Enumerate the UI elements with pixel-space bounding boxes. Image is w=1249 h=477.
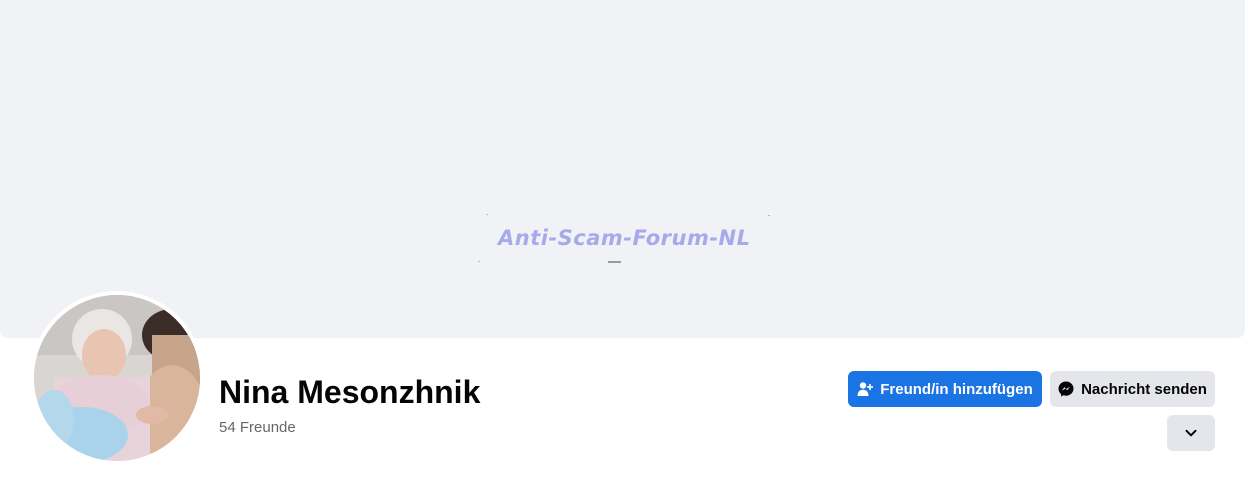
speck [768,215,770,216]
profile-name: Nina Mesonzhnik [219,374,481,410]
speck [486,214,488,215]
chevron-down-icon [1184,426,1198,440]
speck [478,261,480,262]
add-friend-label: Freund/in hinzufügen [880,380,1033,398]
cover-watermark: Anti-Scam-Forum-NL [498,226,751,250]
avatar[interactable] [34,295,200,461]
send-message-button[interactable]: Nachricht senden [1050,371,1215,407]
more-options-button[interactable] [1167,415,1215,451]
person-add-icon [857,381,874,397]
friends-count-link[interactable]: 54 Freunde [219,419,296,436]
add-friend-button[interactable]: Freund/in hinzufügen [848,371,1042,407]
watermark-dash [608,261,621,263]
cover-photo[interactable]: Anti-Scam-Forum-NL [0,0,1245,338]
avatar-photo [34,295,200,461]
profile-page: Anti-Scam-Forum-NL Nina Mesonzhnik 54 Fr… [0,0,1249,477]
messenger-icon [1058,381,1074,397]
send-message-label: Nachricht senden [1081,380,1207,398]
